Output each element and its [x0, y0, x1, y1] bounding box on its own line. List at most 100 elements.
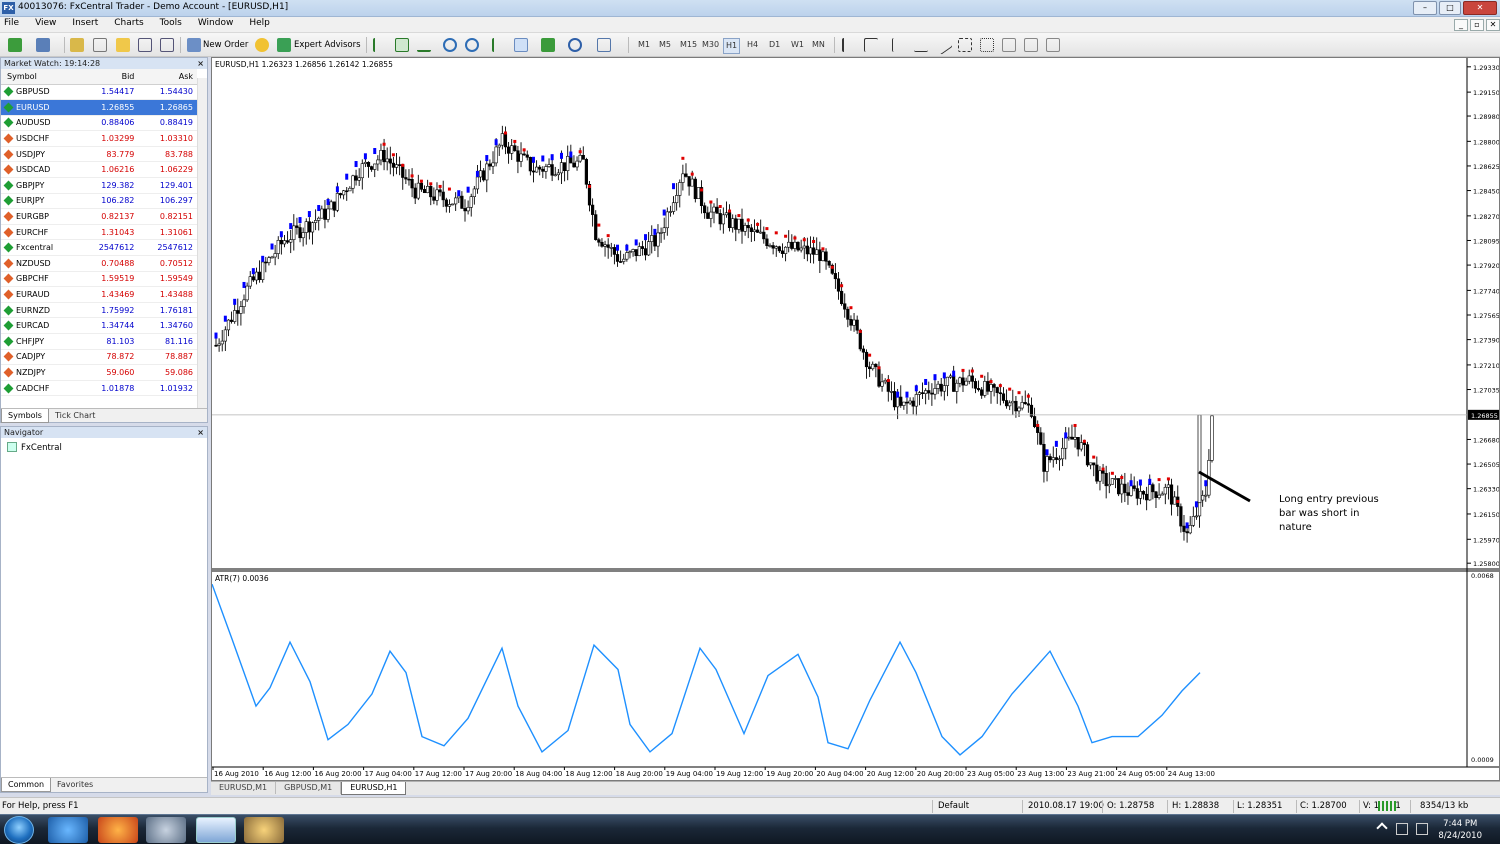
expert-advisors-icon[interactable]: [277, 38, 291, 52]
timeframe-w1[interactable]: W1: [789, 38, 806, 52]
tab-tick-chart[interactable]: Tick Chart: [49, 409, 101, 422]
menu-help[interactable]: Help: [241, 17, 278, 29]
templates-icon[interactable]: [597, 38, 611, 52]
market-watch-scrollbar[interactable]: [197, 78, 207, 408]
mdi-minimize-button[interactable]: _: [1454, 19, 1468, 31]
new-order-button[interactable]: New Order: [203, 37, 248, 53]
zoom-out-icon[interactable]: [465, 38, 479, 52]
menu-charts[interactable]: Charts: [106, 17, 151, 29]
market-watch-row[interactable]: CADCHF 1.01878 1.01932: [1, 380, 197, 397]
column-header-symbol[interactable]: Symbol: [1, 69, 80, 85]
menu-view[interactable]: View: [27, 17, 64, 29]
column-header-ask[interactable]: Ask: [138, 69, 197, 85]
timeframe-m30[interactable]: M30: [700, 38, 721, 52]
indicators-icon[interactable]: [541, 38, 555, 52]
periods-icon[interactable]: [568, 38, 582, 52]
market-watch-row[interactable]: CADJPY 78.872 78.887: [1, 349, 197, 366]
zoom-in-icon[interactable]: [443, 38, 457, 52]
expert-advisors-button[interactable]: Expert Advisors: [294, 37, 361, 53]
tab-common[interactable]: Common: [1, 778, 52, 792]
market-watch-row[interactable]: EURJPY 106.282 106.297: [1, 193, 197, 210]
clock[interactable]: 7:44 PM 8/24/2010: [1438, 818, 1482, 842]
warning-icon[interactable]: [255, 38, 269, 52]
market-watch-row[interactable]: GBPJPY 129.382 129.401: [1, 177, 197, 194]
timeframe-mn[interactable]: MN: [810, 38, 827, 52]
candlestick-chart-icon[interactable]: [395, 38, 409, 52]
network-icon[interactable]: [1416, 823, 1428, 835]
chart-tab-gbpusd-m1[interactable]: GBPUSD,M1: [276, 782, 342, 794]
timeframe-d1[interactable]: D1: [767, 38, 782, 52]
autoscroll-icon[interactable]: [514, 38, 528, 52]
navigator-icon[interactable]: [116, 38, 130, 52]
cursor-icon[interactable]: [842, 38, 856, 52]
market-watch-row[interactable]: USDCHF 1.03299 1.03310: [1, 130, 197, 147]
minimize-button[interactable]: –: [1413, 1, 1437, 15]
market-watch-row[interactable]: USDCAD 1.06216 1.06229: [1, 161, 197, 179]
market-watch-row[interactable]: CHFJPY 81.103 81.116: [1, 333, 197, 350]
mdi-close-button[interactable]: ✕: [1486, 19, 1500, 31]
new-order-icon[interactable]: [187, 38, 201, 52]
market-watch-row[interactable]: EURNZD 1.75992 1.76181: [1, 302, 197, 319]
market-watch-row[interactable]: USDJPY 83.779 83.788: [1, 146, 197, 163]
terminal-icon[interactable]: [138, 38, 152, 52]
text-label-icon[interactable]: [1024, 38, 1038, 52]
vertical-line-icon[interactable]: [892, 38, 906, 52]
menu-tools[interactable]: Tools: [152, 17, 190, 29]
tab-symbols[interactable]: Symbols: [1, 409, 49, 423]
timeframe-h1[interactable]: H1: [723, 38, 741, 54]
profiles-icon[interactable]: [36, 38, 50, 52]
menu-insert[interactable]: Insert: [64, 17, 106, 29]
market-watch-row[interactable]: NZDJPY 59.060 59.086: [1, 364, 197, 381]
market-watch-row[interactable]: GBPUSD 1.54417 1.54430: [1, 84, 197, 101]
close-icon[interactable]: ×: [197, 58, 204, 69]
market-watch-row[interactable]: EURCAD 1.34744 1.34760: [1, 317, 197, 334]
market-watch-row[interactable]: NZDUSD 0.70488 0.70512: [1, 255, 197, 272]
arrows-icon[interactable]: [1046, 38, 1060, 52]
market-watch-row[interactable]: GBPCHF 1.59519 1.59549: [1, 271, 197, 288]
crosshair-icon[interactable]: [864, 38, 878, 52]
tab-favorites[interactable]: Favorites: [51, 778, 99, 791]
horizontal-line-icon[interactable]: [914, 38, 928, 52]
show-hidden-icons-icon[interactable]: [1376, 822, 1388, 834]
trendline-icon[interactable]: [933, 35, 953, 55]
paint-icon[interactable]: [244, 817, 284, 843]
timeframe-m1[interactable]: M1: [636, 38, 652, 52]
market-watch-row[interactable]: EURAUD 1.43469 1.43488: [1, 286, 197, 303]
menu-window[interactable]: Window: [190, 17, 242, 29]
text-icon[interactable]: [1002, 38, 1016, 52]
price-chart[interactable]: 1.29330 1.29150 1.28980 1.28800 1.28625 1.284…: [212, 58, 1499, 780]
chart-tab-eurusd-m1[interactable]: EURUSD,M1: [211, 782, 277, 794]
column-header-bid[interactable]: Bid: [79, 69, 139, 85]
market-watch-row[interactable]: EURCHF 1.31043 1.31061: [1, 224, 197, 241]
chart-tab-eurusd-h1[interactable]: EURUSD,H1: [341, 782, 407, 795]
chart-shift-icon[interactable]: [492, 38, 506, 52]
close-button[interactable]: ✕: [1463, 1, 1497, 15]
equidistant-channel-icon[interactable]: [958, 38, 972, 52]
fxcentral-taskbar-icon[interactable]: [196, 817, 236, 843]
strategy-tester-icon[interactable]: [160, 38, 174, 52]
market-watch-row[interactable]: Fxcentral 2547612 2547612: [1, 239, 197, 257]
network-app-icon[interactable]: [146, 817, 186, 843]
action-center-icon[interactable]: [1396, 823, 1408, 835]
data-window-icon[interactable]: [93, 38, 107, 52]
market-watch-icon[interactable]: [70, 38, 84, 52]
maximize-button[interactable]: □: [1439, 1, 1461, 15]
menu-file[interactable]: File: [0, 17, 27, 29]
timeframe-h4[interactable]: H4: [745, 38, 760, 52]
mdi-restore-button[interactable]: ▫: [1470, 19, 1484, 31]
timeframe-m5[interactable]: M5: [657, 38, 673, 52]
market-watch-row[interactable]: EURUSD 1.26855 1.26865: [1, 99, 197, 116]
fibonacci-icon[interactable]: [980, 38, 994, 52]
market-watch-row[interactable]: AUDUSD 0.88406 0.88419: [1, 115, 197, 132]
start-button[interactable]: [4, 816, 34, 844]
internet-explorer-icon[interactable]: [48, 817, 88, 843]
firefox-icon[interactable]: [98, 817, 138, 843]
bar-chart-icon[interactable]: [373, 38, 387, 52]
market-watch-row[interactable]: EURGBP 0.82137 0.82151: [1, 208, 197, 225]
navigator-item-fxcentral[interactable]: FxCentral: [7, 442, 62, 453]
line-chart-icon[interactable]: [417, 38, 431, 52]
timeframe-m15[interactable]: M15: [678, 38, 699, 52]
close-icon[interactable]: ×: [197, 427, 204, 438]
chart-window[interactable]: 1.29330 1.29150 1.28980 1.28800 1.28625 1.284…: [211, 57, 1500, 781]
new-chart-icon[interactable]: [8, 38, 22, 52]
